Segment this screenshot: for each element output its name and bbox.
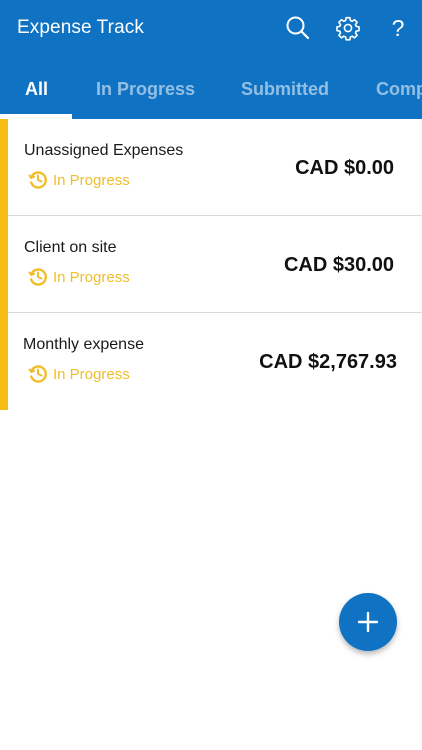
expense-list: Unassigned Expenses In Progress CAD $0.0…	[0, 119, 422, 410]
search-button[interactable]	[284, 14, 312, 42]
tab-submitted[interactable]: Submitted	[241, 62, 329, 119]
status-badge: In Progress	[28, 364, 130, 384]
add-expense-button[interactable]	[339, 593, 397, 651]
clock-icon	[28, 365, 47, 383]
app-header: Expense Track ? All In Progress Submitte…	[0, 0, 422, 119]
status-accent-bar	[0, 119, 8, 216]
list-item[interactable]: Monthly expense In Progress CAD $2,767.9…	[0, 313, 422, 410]
plus-icon	[357, 611, 379, 633]
settings-button[interactable]	[334, 14, 362, 42]
expense-amount: CAD $2,767.93	[259, 351, 397, 373]
gear-icon	[336, 16, 360, 41]
status-accent-bar	[0, 216, 8, 313]
app-title: Expense Track	[17, 17, 144, 38]
list-item[interactable]: Client on site In Progress CAD $30.00	[0, 216, 422, 313]
clock-icon	[28, 268, 47, 286]
status-accent-bar	[0, 313, 8, 410]
status-label: In Progress	[53, 268, 130, 286]
status-badge: In Progress	[28, 267, 130, 287]
tab-completed[interactable]: Comp	[376, 62, 422, 119]
tab-in-progress[interactable]: In Progress	[96, 62, 195, 119]
expense-app: Expense Track ? All In Progress Submitte…	[0, 0, 422, 750]
status-label: In Progress	[53, 365, 130, 383]
tab-all[interactable]: All	[25, 62, 48, 119]
search-icon	[286, 16, 310, 40]
expense-name: Monthly expense	[23, 336, 144, 353]
status-badge: In Progress	[28, 170, 130, 190]
help-button[interactable]: ?	[384, 14, 412, 42]
clock-icon	[28, 171, 47, 189]
expense-name: Unassigned Expenses	[24, 142, 184, 159]
status-label: In Progress	[53, 171, 130, 189]
expense-amount: CAD $0.00	[295, 157, 394, 179]
expense-name: Client on site	[24, 239, 117, 256]
list-item[interactable]: Unassigned Expenses In Progress CAD $0.0…	[0, 119, 422, 216]
tab-bar: All In Progress Submitted Comp	[0, 62, 422, 119]
expense-amount: CAD $30.00	[283, 254, 394, 276]
